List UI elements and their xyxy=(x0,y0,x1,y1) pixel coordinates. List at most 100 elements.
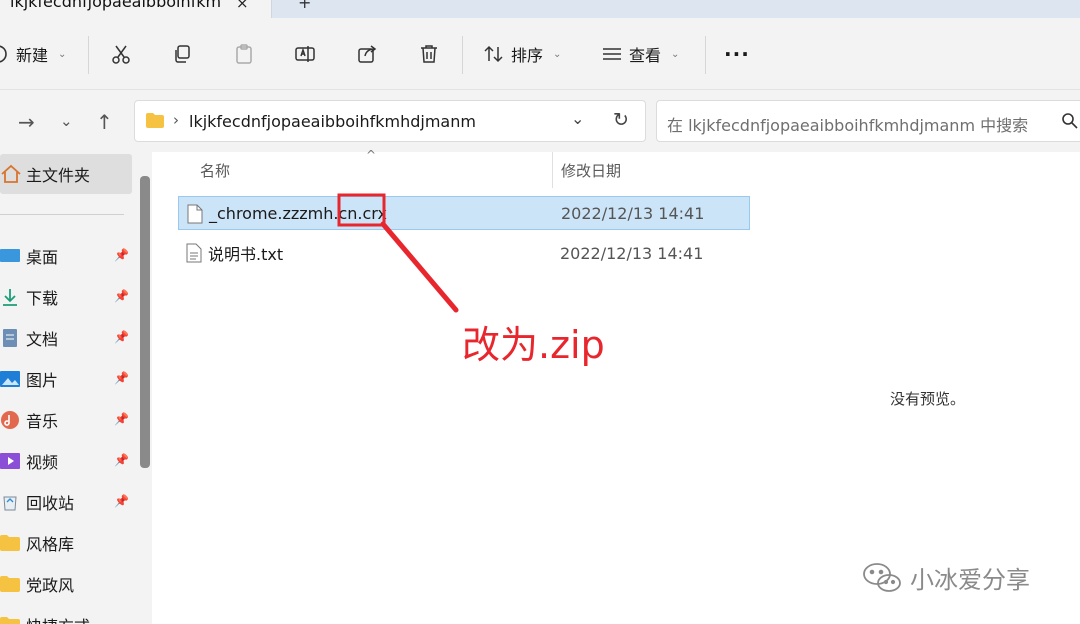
recycle-bin-icon xyxy=(0,492,20,512)
pin-icon[interactable]: 📌 xyxy=(114,330,129,344)
copy-button[interactable] xyxy=(171,18,193,90)
delete-button[interactable] xyxy=(418,18,440,90)
tab-close-icon[interactable]: × xyxy=(236,0,249,12)
sidebar-item-pictures[interactable]: 图片 📌 xyxy=(0,359,132,399)
folder-icon xyxy=(145,112,165,129)
pin-icon[interactable]: 📌 xyxy=(114,248,129,262)
sidebar-item-home[interactable]: 主文件夹 xyxy=(0,154,132,194)
cut-icon xyxy=(110,43,132,65)
pin-icon[interactable]: 📌 xyxy=(114,494,129,508)
rename-icon xyxy=(294,43,316,65)
sidebar-item-label: 快捷方式 xyxy=(26,613,90,624)
new-icon xyxy=(0,43,10,65)
file-name: 说明书.txt xyxy=(208,245,284,264)
path-box[interactable]: › lkjkfecdnfjopaeaibboihfkmhdjmanm ⌄ ↻ xyxy=(134,100,646,142)
chevron-down-icon: ⌄ xyxy=(553,48,562,60)
tab-active[interactable]: lkjkfecdnfjopaeaibboihfkm × xyxy=(0,0,272,18)
sidebar-item-downloads[interactable]: 下载 📌 xyxy=(0,277,132,317)
navigation-pane: 主文件夹 桌面 📌 下载 📌 文档 📌 图片 📌 音乐 📌 视频 📌 回收站 📌 xyxy=(0,152,152,624)
address-bar: → ⌄ ↑ › lkjkfecdnfjopaeaibboihfkmhdjmanm… xyxy=(0,90,1080,152)
file-icon xyxy=(187,204,203,228)
sidebar-scrollbar[interactable] xyxy=(140,176,150,468)
more-options-button[interactable]: ··· xyxy=(724,18,750,90)
paste-button[interactable] xyxy=(233,18,255,90)
breadcrumb-separator-icon: › xyxy=(173,111,179,129)
column-header-modified[interactable]: 修改日期 xyxy=(561,160,621,181)
sidebar-item-label: 下载 xyxy=(26,289,59,308)
folder-icon xyxy=(0,617,20,624)
folder-icon xyxy=(0,535,20,551)
share-icon xyxy=(356,43,378,65)
desktop-icon xyxy=(0,248,20,264)
text-file-icon xyxy=(186,243,202,267)
documents-icon xyxy=(0,328,20,348)
sidebar-item-label: 音乐 xyxy=(26,412,59,431)
forward-arrow-icon[interactable]: → xyxy=(18,110,35,134)
file-row[interactable]: _chrome.zzzmh.cn.crx 2022/12/13 14:41 xyxy=(178,196,750,230)
preview-message: 没有预览。 xyxy=(890,390,966,408)
chevron-down-icon: ⌄ xyxy=(671,48,680,60)
preview-pane: 没有预览。 xyxy=(752,152,1080,624)
recent-locations-chevron-icon[interactable]: ⌄ xyxy=(60,112,73,130)
sidebar-item-desktop[interactable]: 桌面 📌 xyxy=(0,236,132,276)
sidebar-item-label: 视频 xyxy=(26,453,59,472)
view-icon xyxy=(601,43,623,65)
sidebar-divider xyxy=(0,214,124,215)
sidebar-item-folder[interactable]: 风格库 xyxy=(0,523,132,563)
watermark: 小冰爱分享 xyxy=(862,560,1030,595)
view-button[interactable]: 查看 ⌄ xyxy=(601,18,679,90)
pin-icon[interactable]: 📌 xyxy=(114,371,129,385)
sidebar-item-documents[interactable]: 文档 📌 xyxy=(0,318,132,358)
view-label: 查看 xyxy=(629,46,662,65)
sidebar-item-label: 风格库 xyxy=(26,535,75,554)
home-icon xyxy=(0,164,22,184)
tab-title: lkjkfecdnfjopaeaibboihfkm xyxy=(10,0,222,11)
rename-button[interactable] xyxy=(294,18,316,90)
file-list: ^ 名称 修改日期 _chrome.zzzmh.cn.crx 2022/12/1… xyxy=(162,148,752,624)
sidebar-item-folder[interactable]: 快捷方式 xyxy=(0,605,132,624)
file-row[interactable]: 说明书.txt 2022/12/13 14:41 xyxy=(178,236,750,270)
cut-button[interactable] xyxy=(110,18,132,90)
sort-indicator-icon: ^ xyxy=(366,148,377,162)
music-icon xyxy=(0,410,20,430)
videos-icon xyxy=(0,452,20,470)
search-input[interactable]: 在 lkjkfecdnfjopaeaibboihfkmhdjmanm 中搜索 xyxy=(656,100,1080,142)
column-divider xyxy=(552,152,553,188)
sidebar-item-folder[interactable]: 党政风 xyxy=(0,564,132,604)
toolbar-divider xyxy=(88,36,89,74)
share-button[interactable] xyxy=(356,18,378,90)
chevron-down-icon: ⌄ xyxy=(58,48,67,60)
tab-bar: lkjkfecdnfjopaeaibboihfkm × + xyxy=(0,0,1080,18)
paste-icon xyxy=(233,43,255,65)
sidebar-item-label: 图片 xyxy=(26,371,59,390)
sidebar-item-videos[interactable]: 视频 📌 xyxy=(0,441,132,481)
sidebar-item-label: 回收站 xyxy=(26,494,75,513)
wechat-icon xyxy=(862,561,902,595)
annotation-text: 改为.zip xyxy=(462,323,605,367)
pictures-icon xyxy=(0,370,20,388)
new-button[interactable]: 新建 ⌄ xyxy=(0,18,66,90)
sidebar-item-label: 主文件夹 xyxy=(26,166,91,185)
sidebar-item-music[interactable]: 音乐 📌 xyxy=(0,400,132,440)
file-modified-date: 2022/12/13 14:41 xyxy=(561,203,705,223)
pin-icon[interactable]: 📌 xyxy=(114,412,129,426)
toolbar-divider xyxy=(705,36,706,74)
refresh-icon[interactable]: ↻ xyxy=(613,109,629,131)
pin-icon[interactable]: 📌 xyxy=(114,453,129,467)
file-name: _chrome.zzzmh.cn.crx xyxy=(209,203,387,223)
toolbar-divider xyxy=(462,36,463,74)
pin-icon[interactable]: 📌 xyxy=(114,289,129,303)
sidebar-item-recycle-bin[interactable]: 回收站 📌 xyxy=(0,482,132,522)
column-header-name[interactable]: 名称 xyxy=(200,160,230,181)
path-dropdown-chevron-icon[interactable]: ⌄ xyxy=(571,109,584,128)
new-tab-button[interactable]: + xyxy=(298,0,311,12)
copy-icon xyxy=(171,43,193,65)
sort-icon xyxy=(483,43,505,65)
search-icon xyxy=(1061,112,1079,130)
new-label: 新建 xyxy=(16,46,49,65)
sort-button[interactable]: 排序 ⌄ xyxy=(483,18,561,90)
search-placeholder: 在 lkjkfecdnfjopaeaibboihfkmhdjmanm 中搜索 xyxy=(667,116,1029,135)
watermark-text: 小冰爱分享 xyxy=(910,566,1030,594)
breadcrumb-path[interactable]: lkjkfecdnfjopaeaibboihfkmhdjmanm xyxy=(189,112,476,131)
up-arrow-icon[interactable]: ↑ xyxy=(96,110,113,134)
